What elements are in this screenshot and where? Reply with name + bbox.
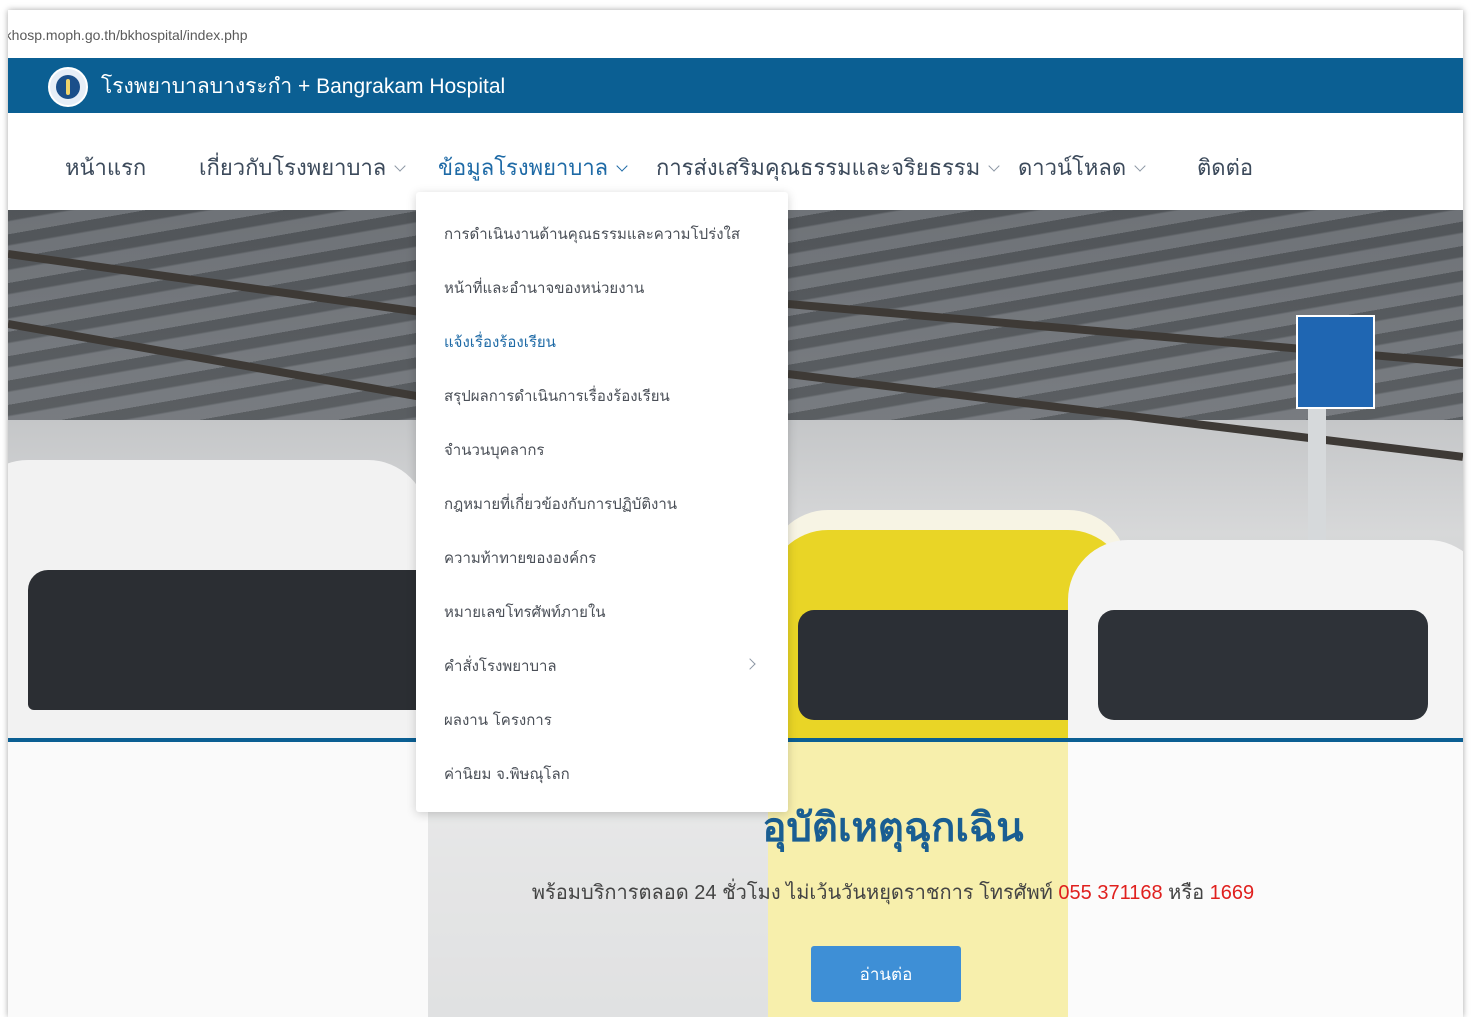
- phone-number[interactable]: 055 371168: [1058, 882, 1162, 904]
- dropdown-item[interactable]: กฎหมายที่เกี่ยวข้องกับการปฏิบัติงาน: [444, 492, 677, 516]
- nav-about[interactable]: เกี่ยวกับโรงพยาบาล: [199, 150, 406, 185]
- nav-hospital-info[interactable]: ข้อมูลโรงพยาบาล: [438, 150, 628, 185]
- chevron-down-icon: [616, 160, 628, 172]
- hospital-info-dropdown: การดำเนินงานด้านคุณธรรมและความโปร่งใส หน…: [416, 192, 788, 812]
- nav-ethics-label: การส่งเสริมคุณธรรมและจริยธรรม: [656, 155, 981, 180]
- chevron-right-icon: [744, 658, 756, 670]
- hero-subtitle-text: พร้อมบริการตลอด 24 ชั่วโมง ไม่เว้นวันหยุ…: [531, 882, 1053, 904]
- hero-subtitle: พร้อมบริการตลอด 24 ชั่วโมง ไม่เว้นวันหยุ…: [8, 876, 1463, 908]
- ambulance-windshield: [1098, 610, 1428, 720]
- chevron-down-icon: [988, 160, 1000, 172]
- dropdown-item[interactable]: หน้าที่และอำนาจของหน่วยงาน: [444, 276, 644, 300]
- nav-download-label: ดาวน์โหลด: [1018, 155, 1127, 180]
- hero-or-text: หรือ: [1168, 882, 1205, 904]
- nav-contact-label: ติดต่อ: [1197, 155, 1254, 180]
- nav-about-label: เกี่ยวกับโรงพยาบาล: [199, 155, 387, 180]
- hospital-logo-icon[interactable]: [48, 67, 88, 107]
- ambulance-windshield: [28, 570, 448, 710]
- dropdown-item[interactable]: ค่านิยม จ.พิษณุโลก: [444, 762, 570, 786]
- address-bar[interactable]: rkhosp.moph.go.th/bkhospital/index.php: [8, 10, 1463, 59]
- dropdown-item[interactable]: หมายเลขโทรศัพท์ภายใน: [444, 600, 606, 624]
- nav-contact[interactable]: ติดต่อ: [1197, 150, 1253, 185]
- emergency-sign-image: [1296, 315, 1375, 409]
- nav-hospital-info-label: ข้อมูลโรงพยาบาล: [438, 155, 609, 180]
- nav-download[interactable]: ดาวน์โหลด: [1018, 150, 1146, 185]
- nav-ethics[interactable]: การส่งเสริมคุณธรรมและจริยธรรม: [656, 150, 1000, 185]
- ambulance-windshield: [798, 610, 1098, 720]
- nav-home-label: หน้าแรก: [65, 155, 147, 180]
- dropdown-item[interactable]: การดำเนินงานด้านคุณธรรมและความโปร่งใส: [444, 222, 740, 246]
- dropdown-item[interactable]: จำนวนบุคลากร: [444, 438, 544, 462]
- dropdown-item[interactable]: สรุปผลการดำเนินการเรื่องร้องเรียน: [444, 384, 670, 408]
- dropdown-item[interactable]: ความท้าทายขององค์กร: [444, 546, 596, 570]
- site-title[interactable]: โรงพยาบาลบางระกำ + Bangrakam Hospital: [101, 70, 505, 103]
- read-more-button[interactable]: อ่านต่อ: [811, 946, 961, 1002]
- dropdown-item[interactable]: คำสั่งโรงพยาบาล: [444, 654, 557, 678]
- site-header: โรงพยาบาลบางระกำ + Bangrakam Hospital: [8, 58, 1463, 113]
- chevron-down-icon: [394, 160, 406, 172]
- hotline-number[interactable]: 1669: [1210, 882, 1255, 904]
- chevron-down-icon: [1134, 160, 1146, 172]
- nav-home[interactable]: หน้าแรก: [65, 150, 146, 185]
- browser-window: rkhosp.moph.go.th/bkhospital/index.php โ…: [8, 10, 1463, 1017]
- dropdown-item[interactable]: แจ้งเรื่องร้องเรียน: [444, 330, 556, 354]
- dropdown-item[interactable]: ผลงาน โครงการ: [444, 708, 552, 732]
- url-text[interactable]: rkhosp.moph.go.th/bkhospital/index.php: [8, 27, 248, 43]
